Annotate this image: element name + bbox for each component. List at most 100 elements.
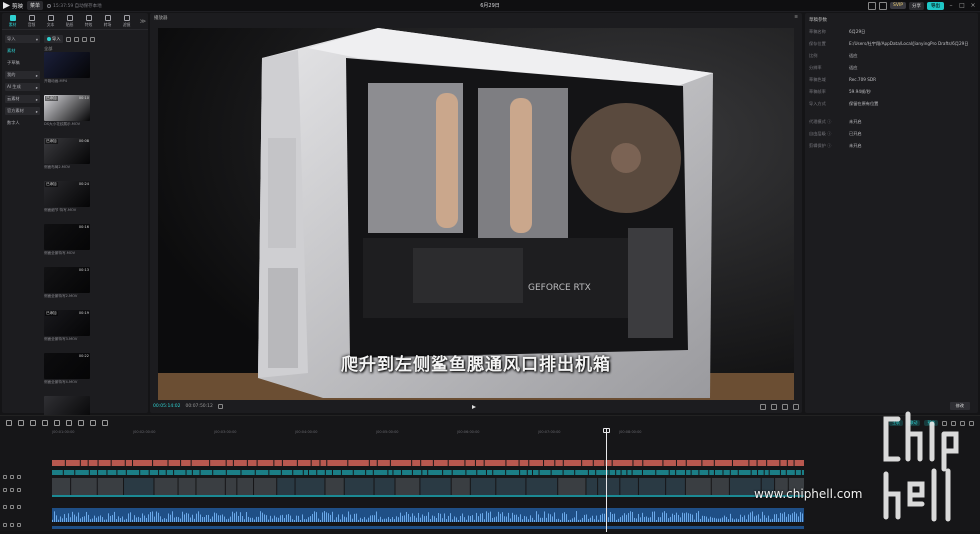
audio-wave-bar[interactable]: [322, 512, 323, 522]
audio-wave-bar[interactable]: [66, 517, 67, 522]
audio-wave-bar[interactable]: [394, 519, 395, 522]
audio-wave-bar[interactable]: [224, 516, 225, 522]
audio-wave-bar[interactable]: [558, 518, 559, 522]
audio-wave-bar[interactable]: [666, 513, 667, 522]
audio-wave-bar[interactable]: [672, 513, 673, 522]
text-clip[interactable]: [63, 470, 75, 475]
audio-wave-bar[interactable]: [546, 517, 547, 522]
caption-clip[interactable]: [181, 460, 191, 466]
text-clip[interactable]: [527, 470, 533, 475]
text-clip[interactable]: [159, 470, 166, 475]
sidenav-item[interactable]: 子草稿: [5, 59, 40, 67]
audio-wave-bar[interactable]: [716, 518, 717, 522]
track-toggle-icon[interactable]: [3, 488, 7, 492]
video-clip[interactable]: [451, 478, 470, 495]
audio-wave-bar[interactable]: [714, 517, 715, 522]
media-clip[interactable]: 00:13 侧面全景特写2.MOV: [44, 267, 90, 310]
video-clip[interactable]: [124, 478, 154, 495]
audio-wave-bar[interactable]: [466, 519, 467, 522]
audio-wave-bar[interactable]: [352, 518, 353, 522]
caption-clip[interactable]: [125, 460, 133, 466]
audio-wave-bar[interactable]: [108, 513, 109, 522]
audio-wave-bar[interactable]: [436, 517, 437, 522]
audio-wave-bar[interactable]: [110, 515, 111, 522]
audio-wave-bar[interactable]: [388, 517, 389, 522]
audio-wave-bar[interactable]: [260, 511, 261, 522]
caption-clip[interactable]: [297, 460, 311, 466]
video-clip[interactable]: [666, 478, 685, 495]
delete-icon[interactable]: [78, 420, 84, 426]
video-clip[interactable]: [97, 478, 124, 495]
track-toggle-icon[interactable]: [17, 488, 21, 492]
audio-wave-bar[interactable]: [140, 517, 141, 522]
audio-wave-bar[interactable]: [726, 516, 727, 522]
media-clip[interactable]: 开箱动画.MP4: [44, 52, 90, 95]
track-toggle-icon[interactable]: [10, 475, 14, 479]
audio-wave-bar[interactable]: [696, 512, 697, 522]
audio-wave-bar[interactable]: [64, 514, 65, 522]
audio-wave-bar[interactable]: [162, 519, 163, 522]
audio-wave-bar[interactable]: [316, 512, 317, 522]
audio-wave-bar[interactable]: [538, 514, 539, 522]
text-clip[interactable]: [486, 470, 493, 475]
text-clip[interactable]: [609, 470, 616, 475]
text-clip[interactable]: [723, 470, 730, 475]
audio-wave-bar[interactable]: [88, 514, 89, 522]
audio-wave-bar[interactable]: [488, 512, 489, 522]
caption-clip[interactable]: [133, 460, 153, 466]
video-clip[interactable]: [295, 478, 325, 495]
text-clip[interactable]: [539, 470, 551, 475]
select-tool-icon[interactable]: [6, 420, 12, 426]
text-clip[interactable]: [699, 470, 709, 475]
audio-wave-bar[interactable]: [112, 515, 113, 522]
audio-wave-bar[interactable]: [678, 514, 679, 522]
text-clip[interactable]: [452, 470, 466, 475]
audio-wave-bar[interactable]: [202, 516, 203, 522]
audio-wave-bar[interactable]: [552, 516, 553, 522]
audio-wave-bar[interactable]: [586, 514, 587, 522]
caption-clip[interactable]: [348, 460, 369, 466]
share-button[interactable]: 分享: [909, 1, 924, 10]
audio-wave-bar[interactable]: [564, 512, 565, 522]
audio-wave-bar[interactable]: [398, 517, 399, 522]
playhead[interactable]: [606, 428, 607, 532]
text-clip[interactable]: [642, 470, 656, 475]
text-clip[interactable]: [669, 470, 676, 475]
audio-wave-bar[interactable]: [704, 516, 705, 522]
audio-wave-bar[interactable]: [362, 518, 363, 522]
text-clip[interactable]: [632, 470, 642, 475]
audio-wave-bar[interactable]: [434, 516, 435, 522]
caption-clip[interactable]: [714, 460, 732, 466]
audio-wave-bar[interactable]: [240, 512, 241, 522]
audio-wave-bar[interactable]: [422, 514, 423, 522]
audio-wave-bar[interactable]: [654, 511, 655, 522]
caption-clip[interactable]: [732, 460, 749, 466]
audio-wave-bar[interactable]: [550, 514, 551, 522]
audio-wave-bar[interactable]: [426, 515, 427, 522]
audio-wave-bar[interactable]: [662, 512, 663, 522]
text-clip[interactable]: [269, 470, 281, 475]
text-clip[interactable]: [75, 470, 89, 475]
audio-wave-bar[interactable]: [778, 518, 779, 522]
audio-wave-bar[interactable]: [136, 517, 137, 522]
audio-wave-bar[interactable]: [370, 515, 371, 522]
video-clip[interactable]: [420, 478, 451, 495]
audio-wave-bar[interactable]: [238, 515, 239, 522]
audio-wave-bar[interactable]: [300, 519, 301, 522]
sidenav-item[interactable]: AI 生成 ▸: [5, 83, 40, 91]
text-clip[interactable]: [255, 470, 269, 475]
audio-wave-bar[interactable]: [438, 512, 439, 522]
audio-wave-bar[interactable]: [252, 517, 253, 522]
audio-wave-bar[interactable]: [554, 512, 555, 522]
audio-wave-bar[interactable]: [692, 514, 693, 522]
audio-wave-bar[interactable]: [746, 519, 747, 522]
audio-wave-bar[interactable]: [326, 512, 327, 522]
split-icon[interactable]: [42, 420, 48, 426]
audio-wave-bar[interactable]: [164, 518, 165, 522]
audio-wave-bar[interactable]: [392, 517, 393, 522]
audio-wave-bar[interactable]: [500, 513, 501, 522]
freeze-icon[interactable]: [102, 420, 108, 426]
video-clip[interactable]: [154, 478, 178, 495]
audio-wave-bar[interactable]: [254, 519, 255, 522]
audio-wave-bar[interactable]: [90, 519, 91, 522]
